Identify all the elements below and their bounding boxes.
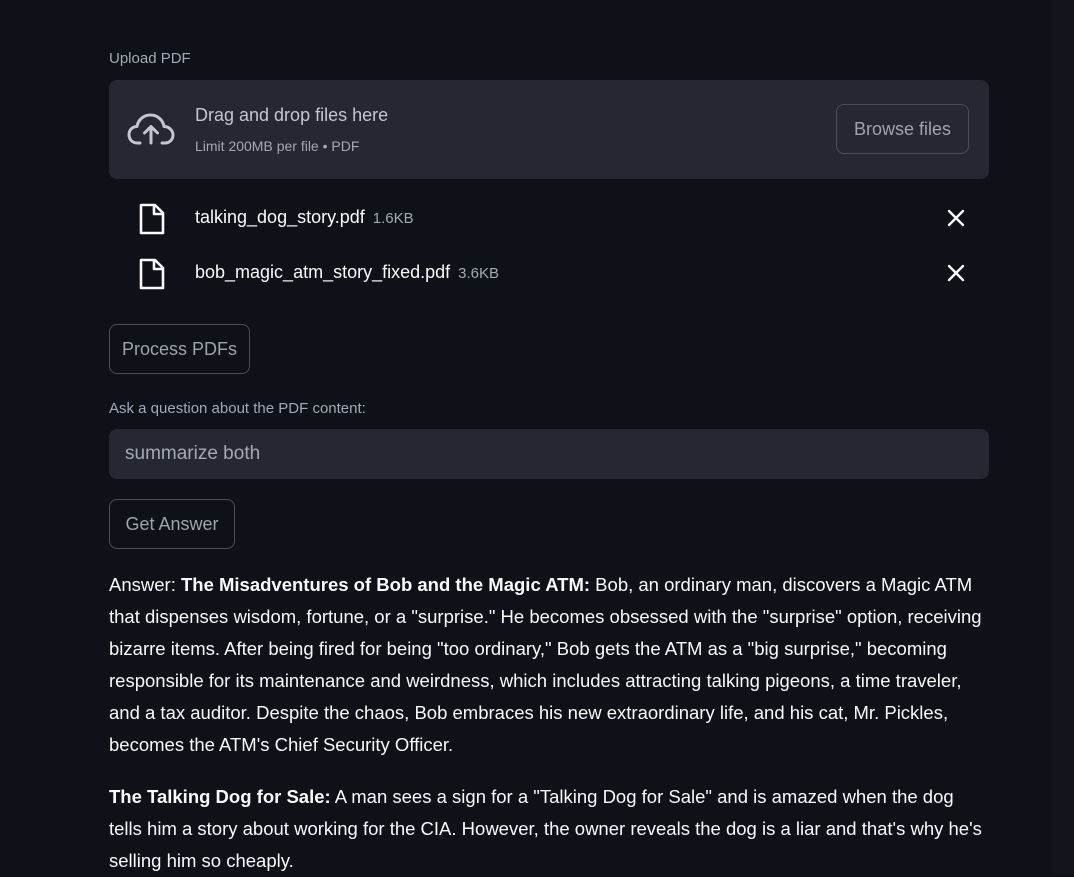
file-dropzone[interactable]: Drag and drop files here Limit 200MB per… (109, 80, 989, 179)
get-answer-button[interactable]: Get Answer (109, 499, 235, 549)
file-size: 3.6KB (458, 265, 500, 282)
answer-paragraph: Answer: The Misadventures of Bob and the… (109, 569, 989, 761)
file-name: bob_magic_atm_story_fixed.pdf (195, 262, 451, 282)
file-name: talking_dog_story.pdf (195, 207, 365, 227)
file-icon (139, 203, 165, 235)
close-icon[interactable] (947, 264, 965, 282)
cloud-upload-icon (127, 113, 175, 145)
process-pdfs-button[interactable]: Process PDFs (109, 324, 250, 374)
question-label: Ask a question about the PDF content: (109, 400, 366, 417)
scrollbar[interactable] (1052, 0, 1074, 875)
uploaded-file-row: talking_dog_story.pdf 1.6KB (109, 198, 989, 238)
story-title: The Misadventures of Bob and the Magic A… (180, 574, 591, 595)
browse-files-button[interactable]: Browse files (836, 104, 969, 154)
file-name-row: bob_magic_atm_story_fixed.pdf 3.6KB (195, 262, 499, 283)
answer-block: Answer: The Misadventures of Bob and the… (109, 569, 989, 877)
story-title: The Talking Dog for Sale: (109, 786, 331, 807)
close-icon[interactable] (947, 209, 965, 227)
file-icon (139, 258, 165, 290)
story-summary: Bob, an ordinary man, discovers a Magic … (109, 574, 982, 755)
answer-paragraph: The Talking Dog for Sale: A man sees a s… (109, 781, 989, 877)
dropzone-title: Drag and drop files here (195, 105, 389, 125)
file-name-row: talking_dog_story.pdf 1.6KB (195, 207, 414, 228)
file-size: 1.6KB (372, 210, 414, 227)
question-input[interactable] (109, 429, 989, 479)
uploaded-file-row: bob_magic_atm_story_fixed.pdf 3.6KB (109, 253, 989, 293)
answer-prefix: Answer: (109, 574, 181, 595)
dropzone-limit: Limit 200MB per file • PDF (195, 138, 360, 154)
upload-label: Upload PDF (109, 50, 191, 67)
